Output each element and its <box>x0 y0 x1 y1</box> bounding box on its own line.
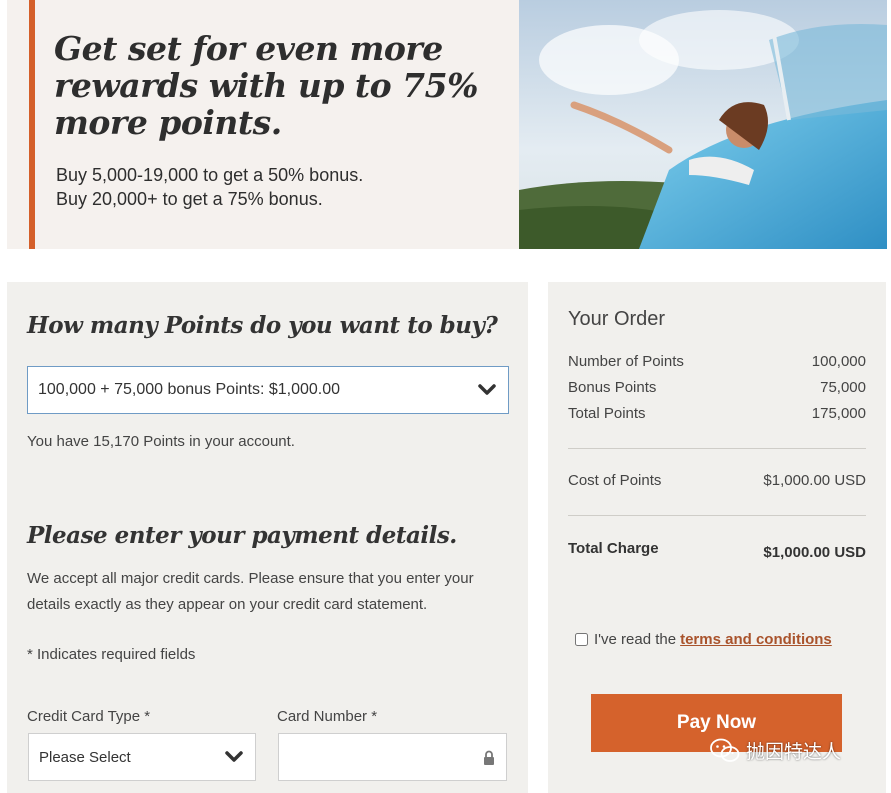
total-charge-label: Total Charge <box>568 540 659 557</box>
order-summary-panel: Your Order Number of Points 100,000 Bonu… <box>548 282 886 793</box>
terms-prefix: I've read the <box>594 631 677 648</box>
order-row-label: Cost of Points <box>568 472 662 489</box>
points-question-heading: How many Points do you want to buy? <box>27 312 498 339</box>
order-row-label: Number of Points <box>568 353 684 370</box>
watermark-text: 抛因特达人 <box>746 742 842 763</box>
promo-line-1: Buy 5,000-19,000 to get a 50% bonus. <box>56 165 364 185</box>
card-type-select[interactable]: Please Select <box>28 733 256 781</box>
divider <box>568 515 866 516</box>
wechat-icon <box>710 738 740 762</box>
points-balance-text: You have 15,170 Points in your account. <box>27 433 295 450</box>
card-type-label: Credit Card Type * <box>27 708 151 725</box>
order-row-value: 75,000 <box>820 379 866 396</box>
chevron-down-icon <box>225 751 243 762</box>
order-row-label: Total Points <box>568 405 646 422</box>
payment-heading: Please enter your payment details. <box>27 522 457 549</box>
lock-icon <box>484 750 494 765</box>
points-select-value: 100,000 + 75,000 bonus Points: $1,000.00 <box>38 381 341 398</box>
terms-checkbox[interactable] <box>575 633 588 646</box>
points-amount-select[interactable]: 100,000 + 75,000 bonus Points: $1,000.00 <box>27 366 509 414</box>
order-title: Your Order <box>568 308 666 330</box>
terms-link[interactable]: terms and conditions <box>680 631 832 648</box>
payment-description: We accept all major credit cards. Please… <box>27 570 474 613</box>
order-row-label: Bonus Points <box>568 379 657 396</box>
order-row-value: $1,000.00 USD <box>763 472 866 489</box>
promo-line-2: Buy 20,000+ to get a 75% bonus. <box>56 189 323 209</box>
order-row-value: 100,000 <box>811 353 866 370</box>
promo-title: Get set for even more rewards with up to… <box>54 29 478 142</box>
card-number-label: Card Number * <box>277 708 378 725</box>
chevron-down-icon <box>478 384 496 395</box>
order-row-number-of-points: Number of Points 100,000 <box>568 353 866 370</box>
total-charge-value: $1,000.00 USD <box>763 544 866 561</box>
order-row-bonus-points: Bonus Points 75,000 <box>568 379 866 396</box>
required-fields-note: * Indicates required fields <box>27 646 196 663</box>
promo-photo <box>519 0 887 249</box>
divider <box>568 448 866 449</box>
order-row-total-points: Total Points 175,000 <box>568 405 866 422</box>
watermark: 抛因特达人 <box>710 737 841 764</box>
order-row-value: 175,000 <box>811 405 866 422</box>
accent-bar <box>29 0 35 249</box>
card-number-input[interactable] <box>278 733 507 781</box>
terms-agreement: I've read the terms and conditions <box>575 631 832 648</box>
purchase-form-panel: How many Points do you want to buy? 100,… <box>7 282 528 793</box>
order-row-cost-of-points: Cost of Points $1,000.00 USD <box>568 472 866 489</box>
promo-banner: Get set for even more rewards with up to… <box>7 0 887 249</box>
card-type-value: Please Select <box>39 748 131 766</box>
